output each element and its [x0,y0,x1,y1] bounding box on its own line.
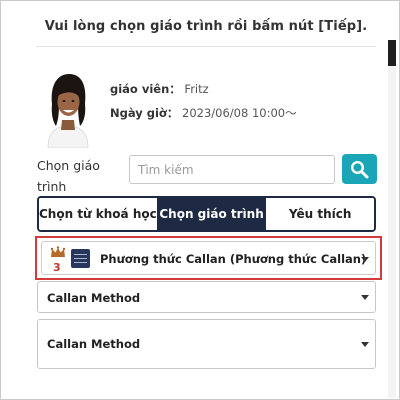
tab-select-material[interactable]: Chọn giáo trình [156,198,266,230]
method-dropdown-value: Callan Method [47,291,141,305]
datetime-row: Ngày giờ： 2023/06/08 10:00～ [110,105,297,121]
scrollbar[interactable] [388,40,396,398]
teacher-row: giáo viên： Fritz [110,81,209,97]
page-title: Vui lòng chọn giáo trình rồi bấm nút [Ti… [44,19,368,34]
tab-favorites[interactable]: Yêu thích [265,198,374,230]
search-icon [350,160,369,179]
search-label: Chọn giáo trình [37,158,100,194]
datetime-label: Ngày giờ： [110,106,179,120]
teacher-avatar [47,74,89,148]
tab-select-from-course[interactable]: Chọn từ khoá học [39,198,157,230]
crown-icon [50,246,66,257]
search-input[interactable] [129,155,335,184]
chevron-down-icon [361,257,369,262]
chevron-down-icon [361,295,369,300]
teacher-name: Fritz [184,82,209,96]
rank-number: 3 [53,261,61,274]
selection-tabs: Chọn từ khoá học Chọn giáo trình Yêu thí… [37,196,376,232]
teacher-label: giáo viên： [110,82,181,96]
chevron-down-icon [361,342,369,347]
stage-dropdown[interactable]: Callan Method [37,319,376,369]
course-select-value: Phương thức Callan (Phương thức Callan) [100,252,367,266]
title-divider [36,46,376,47]
highlighted-course-select: 3 Phương thức Callan (Phương thức Callan… [35,236,382,280]
stage-dropdown-value: Callan Method [47,337,141,351]
search-button[interactable] [342,154,377,184]
course-logo-icon [71,249,90,268]
method-dropdown[interactable]: Callan Method [37,281,376,313]
course-select[interactable]: 3 Phương thức Callan (Phương thức Callan… [41,241,376,275]
datetime-value: 2023/06/08 10:00～ [182,106,297,120]
scrollbar-thumb[interactable] [388,40,396,66]
